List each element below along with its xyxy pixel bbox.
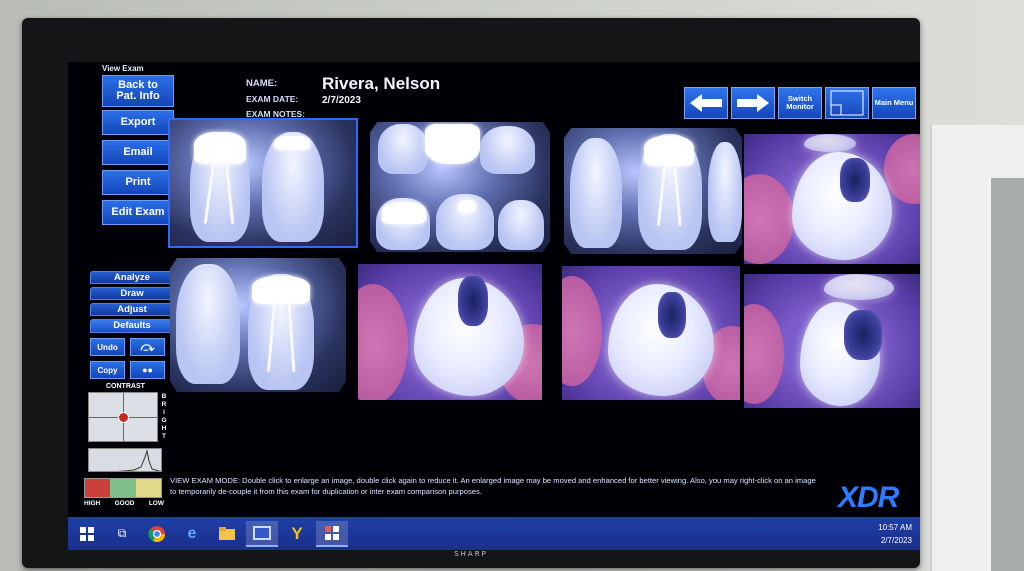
pat-info-label: Pat. Info [116, 90, 160, 102]
window-layout-icon [830, 90, 864, 116]
next-button[interactable] [731, 87, 775, 119]
xdr-app-button[interactable] [246, 520, 278, 547]
xray-thumbnail[interactable] [170, 258, 346, 392]
view-exam-label: View Exam [102, 64, 144, 73]
tab-defaults[interactable]: Defaults [90, 319, 174, 333]
redo-button[interactable]: ⤼ [130, 338, 165, 356]
app-grid-icon [325, 525, 339, 540]
bright-letter: I [163, 409, 165, 416]
bright-letter: G [161, 417, 167, 424]
arrow-left-icon [690, 94, 722, 112]
taskbar: ⧉ e Y 10:57 AM 2/7/2023 [68, 517, 920, 550]
previous-button[interactable] [684, 87, 728, 119]
back-to-pat-info-button[interactable]: Back to Pat. Info [102, 75, 174, 107]
chrome-icon [148, 525, 166, 542]
xdr-logo: XDR [838, 481, 899, 514]
histogram-graph [116, 449, 161, 471]
exam-date-label: EXAM DATE: [246, 94, 299, 104]
clock-time: 10:57 AM [878, 523, 912, 532]
windows-icon [80, 526, 94, 541]
print-button[interactable]: Print [102, 170, 174, 195]
task-view-button[interactable]: ⧉ [106, 521, 138, 547]
file-explorer-button[interactable] [211, 521, 243, 547]
tv-brand-logo: SHARP [454, 550, 488, 558]
tv-monitor: View Exam Back to Pat. Info Export Email… [22, 18, 920, 568]
intraoral-photo-thumbnail[interactable] [562, 266, 740, 400]
view-exam-mode-instructions: VIEW EXAM MODE: Double click to enlarge … [170, 476, 816, 496]
xray-thumbnail[interactable] [370, 122, 550, 252]
bright-letter: B [161, 393, 167, 400]
level-high-segment [85, 479, 111, 497]
xdr-app-icon [253, 525, 271, 540]
intraoral-photo-thumbnail[interactable] [744, 274, 920, 408]
edit-exam-button[interactable]: Edit Exam [102, 200, 174, 225]
edge-button[interactable]: e [176, 521, 208, 547]
export-button[interactable]: Export [102, 110, 174, 135]
bright-letter: T [162, 433, 166, 440]
screen: View Exam Back to Pat. Info Export Email… [68, 62, 920, 550]
tab-analyze[interactable]: Analyze [90, 271, 174, 284]
tab-draw[interactable]: Draw [90, 287, 174, 300]
level-low-label: LOW [148, 500, 164, 507]
edge-icon: e [187, 524, 197, 542]
level-high-label: HIGH [84, 500, 101, 507]
folder-icon [219, 527, 235, 540]
toggle-circles-icon: ●● [142, 365, 153, 375]
redo-arrow-icon: ⤼ [140, 339, 155, 354]
task-view-icon: ⧉ [117, 526, 127, 540]
system-clock[interactable]: 10:57 AM 2/7/2023 [878, 521, 912, 547]
app-grid-button[interactable] [316, 520, 348, 547]
bright-label: B R I G H T [160, 393, 168, 441]
level-good-segment [110, 479, 136, 497]
app-y-button[interactable]: Y [281, 521, 313, 547]
patient-name: Rivera, Nelson [322, 74, 441, 93]
contrast-label: CONTRAST [106, 383, 145, 390]
arrow-right-icon [737, 94, 769, 112]
level-low-segment [135, 479, 161, 497]
contrast-brightness-pad[interactable] [88, 392, 158, 442]
bright-letter: R [161, 401, 167, 408]
copy-button[interactable]: Copy [90, 361, 125, 379]
toggle-button[interactable]: ●● [130, 361, 165, 379]
bright-letter: H [161, 425, 167, 432]
exposure-level-labels: HIGH GOOD LOW [84, 500, 164, 507]
window-layout-button[interactable] [825, 87, 869, 119]
exam-notes-label: EXAM NOTES: [246, 109, 306, 119]
crosshair-handle[interactable] [118, 412, 129, 423]
intraoral-photo-thumbnail[interactable] [358, 264, 542, 400]
histogram [88, 448, 162, 472]
undo-button[interactable]: Undo [90, 338, 125, 356]
xray-thumbnail[interactable] [564, 128, 742, 254]
exposure-level-bar [84, 478, 162, 498]
clock-date: 2/7/2023 [880, 536, 912, 545]
door-panel [988, 178, 1024, 571]
tab-adjust[interactable]: Adjust [90, 303, 174, 316]
chrome-button[interactable] [141, 521, 173, 547]
level-good-label: GOOD [114, 500, 135, 507]
main-menu-button[interactable]: Main Menu [872, 87, 916, 119]
start-button[interactable] [71, 521, 103, 547]
intraoral-photo-thumbnail[interactable] [744, 134, 920, 264]
switch-monitor-button[interactable]: Switch Monitor [778, 87, 822, 119]
left-panel: View Exam Back to Pat. Info Export Email… [72, 62, 174, 517]
xray-thumbnail[interactable] [168, 118, 358, 248]
y-app-icon: Y [291, 523, 303, 543]
email-button[interactable]: Email [102, 140, 174, 165]
name-label: NAME: [246, 78, 278, 89]
exam-date: 2/7/2023 [322, 95, 361, 106]
